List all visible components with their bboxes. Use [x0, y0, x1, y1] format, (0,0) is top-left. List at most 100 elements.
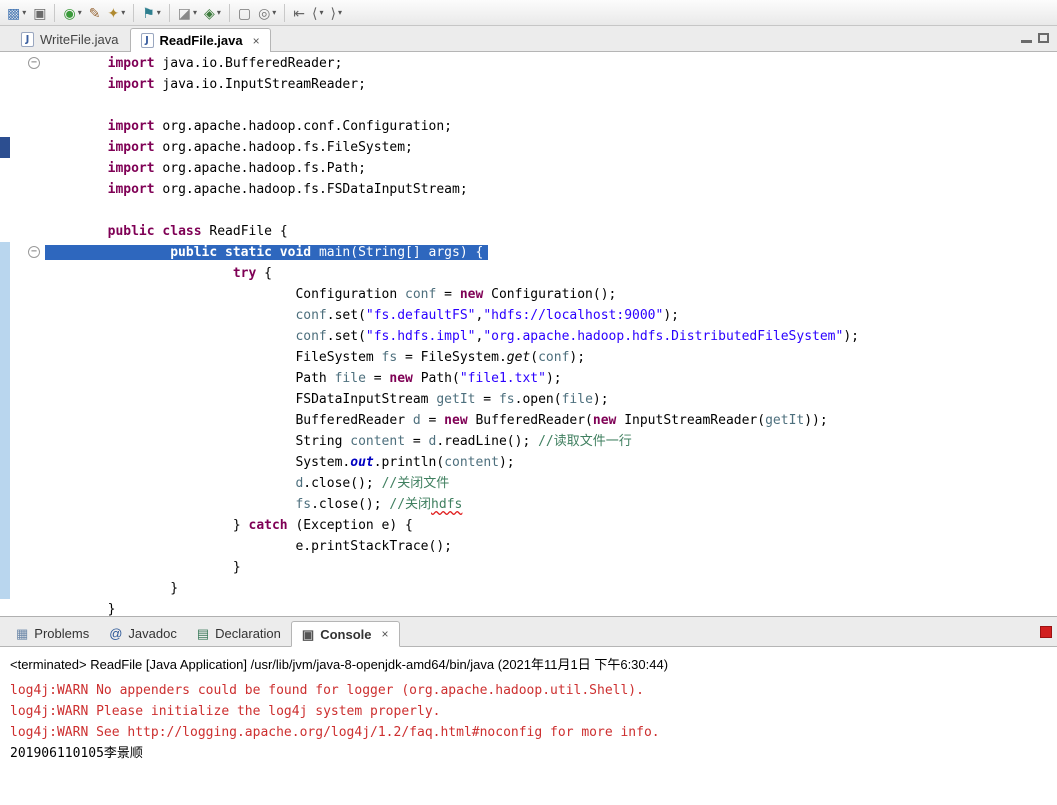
code-line-text[interactable]: public class ReadFile { — [45, 221, 1057, 242]
code-line[interactable]: } — [0, 578, 1057, 599]
dropdown-arrow-icon[interactable]: ▾ — [157, 8, 161, 17]
view-tab-javadoc[interactable]: @ Javadoc — [99, 620, 187, 646]
code-line[interactable] — [0, 200, 1057, 221]
code-line[interactable]: fs.close(); //关闭hdfs — [0, 494, 1057, 515]
external-tools-button[interactable]: ✦ ▾ — [104, 2, 128, 24]
code-line[interactable]: try { — [0, 263, 1057, 284]
format-paint-button[interactable]: ✎ — [86, 2, 104, 24]
code-line[interactable]: import org.apache.hadoop.fs.FSDataInputS… — [0, 179, 1057, 200]
code-line-text[interactable] — [45, 200, 1057, 221]
fold-ruler-cell — [12, 263, 45, 284]
code-line[interactable]: conf.set("fs.hdfs.impl","org.apache.hado… — [0, 326, 1057, 347]
collapse-icon[interactable]: − — [28, 57, 40, 69]
terminate-button[interactable] — [1040, 626, 1052, 638]
code-line-text[interactable]: String content = d.readLine(); //读取文件一行 — [45, 431, 1057, 452]
maximize-icon[interactable] — [1038, 33, 1049, 43]
code-line-text[interactable]: import org.apache.hadoop.conf.Configurat… — [45, 116, 1057, 137]
code-line[interactable]: conf.set("fs.defaultFS","hdfs://localhos… — [0, 305, 1057, 326]
editor-tab-readfile[interactable]: J ReadFile.java × — [129, 28, 271, 52]
collapse-icon[interactable]: − — [28, 246, 40, 258]
editor-tab-writefile[interactable]: J WriteFile.java — [10, 27, 130, 51]
code-line[interactable]: System.out.println(content); — [0, 452, 1057, 473]
code-line[interactable]: } catch (Exception e) { — [0, 515, 1057, 536]
code-line-text[interactable]: d.close(); //关闭文件 — [45, 473, 1057, 494]
code-line[interactable]: FileSystem fs = FileSystem.get(conf); — [0, 347, 1057, 368]
selected-text[interactable]: public static void main(String[] args) { — [45, 245, 489, 260]
forward-button[interactable]: ⟩ ▾ — [328, 2, 345, 24]
last-edit-location-button[interactable]: ⇤ — [290, 2, 308, 24]
view-tab-declaration[interactable]: ▤ Declaration — [187, 620, 291, 646]
code-line[interactable]: import org.apache.hadoop.conf.Configurat… — [0, 116, 1057, 137]
code-line-text[interactable]: import java.io.BufferedReader; — [45, 53, 1057, 74]
code-area[interactable]: − import java.io.BufferedReader; import … — [0, 52, 1057, 616]
coverage-button[interactable]: ◎ ▾ — [255, 2, 279, 24]
code-line-text[interactable]: public static void main(String[] args) { — [45, 242, 1057, 263]
code-line-text[interactable]: import java.io.InputStreamReader; — [45, 74, 1057, 95]
code-line-text[interactable]: import org.apache.hadoop.fs.FSDataInputS… — [45, 179, 1057, 200]
code-line[interactable]: public class ReadFile { — [0, 221, 1057, 242]
code-line[interactable]: } — [0, 557, 1057, 578]
save-button[interactable]: ▣ — [30, 2, 49, 24]
close-tab-icon[interactable]: × — [253, 34, 260, 48]
code-line[interactable]: Path file = new Path("file1.txt"); — [0, 368, 1057, 389]
view-tab-console[interactable]: ▣ Console × — [290, 621, 400, 647]
code-line-text[interactable]: System.out.println(content); — [45, 452, 1057, 473]
code-line[interactable]: String content = d.readLine(); //读取文件一行 — [0, 431, 1057, 452]
code-line-text[interactable]: conf.set("fs.defaultFS","hdfs://localhos… — [45, 305, 1057, 326]
bottom-tab-bar: ▦ Problems @ Javadoc ▤ Declaration ▣ Console × — [0, 617, 1057, 647]
annotation-ruler-cell — [0, 410, 10, 431]
dropdown-arrow-icon[interactable]: ▾ — [22, 8, 26, 17]
main-toolbar: ▩ ▾ ▣ ◉ ▾ ✎ ✦ ▾ ⚑ ▾ ◪ ▾ ◈ ▾ ▢ ◎ ▾ ⇤ ⟨ ▾ ⟩ ▾ — [0, 0, 1057, 26]
dropdown-arrow-icon[interactable]: ▾ — [338, 8, 342, 17]
code-line-text[interactable]: FileSystem fs = FileSystem.get(conf); — [45, 347, 1057, 368]
code-line-text[interactable]: } — [45, 599, 1057, 616]
new-class-button[interactable]: ◈ ▾ — [201, 2, 224, 24]
code-line-text[interactable]: Configuration conf = new Configuration()… — [45, 284, 1057, 305]
code-line[interactable]: Configuration conf = new Configuration()… — [0, 284, 1057, 305]
debug-flag-button[interactable]: ⚑ ▾ — [139, 2, 164, 24]
dropdown-arrow-icon[interactable]: ▾ — [193, 8, 197, 17]
code-line-text[interactable]: FSDataInputStream getIt = fs.open(file); — [45, 389, 1057, 410]
annotation-ruler-cell — [0, 515, 10, 536]
code-line[interactable]: import org.apache.hadoop.fs.Path; — [0, 158, 1057, 179]
code-line-text[interactable]: e.printStackTrace(); — [45, 536, 1057, 557]
code-line-text[interactable]: Path file = new Path("file1.txt"); — [45, 368, 1057, 389]
code-line[interactable]: FSDataInputStream getIt = fs.open(file); — [0, 389, 1057, 410]
code-line[interactable]: import java.io.InputStreamReader; — [0, 74, 1057, 95]
dropdown-arrow-icon[interactable]: ▾ — [217, 8, 221, 17]
close-view-icon[interactable]: × — [382, 627, 389, 641]
code-line-text[interactable]: fs.close(); //关闭hdfs — [45, 494, 1057, 515]
minimize-icon[interactable] — [1021, 40, 1032, 43]
code-line-text[interactable]: } catch (Exception e) { — [45, 515, 1057, 536]
code-line[interactable]: e.printStackTrace(); — [0, 536, 1057, 557]
code-line-text[interactable]: import org.apache.hadoop.fs.Path; — [45, 158, 1057, 179]
back-button[interactable]: ⟨ ▾ — [309, 2, 326, 24]
fold-ruler-cell — [12, 494, 45, 515]
run-history-button[interactable]: ◉ ▾ — [60, 2, 84, 24]
open-type-button[interactable]: ▢ — [235, 2, 254, 24]
dropdown-arrow-icon[interactable]: ▾ — [121, 8, 125, 17]
code-line-text[interactable]: BufferedReader d = new BufferedReader(ne… — [45, 410, 1057, 431]
new-wizard-button[interactable]: ▩ ▾ — [4, 2, 29, 24]
view-tab-label: Declaration — [215, 625, 281, 641]
code-line[interactable]: import org.apache.hadoop.fs.FileSystem; — [0, 137, 1057, 158]
code-line[interactable] — [0, 95, 1057, 116]
console-output[interactable]: log4j:WARN No appenders could be found f… — [10, 680, 1047, 764]
new-java-project-button[interactable]: ◪ ▾ — [175, 2, 200, 24]
code-line[interactable]: − import java.io.BufferedReader; — [0, 53, 1057, 74]
code-line-text[interactable]: try { — [45, 263, 1057, 284]
view-tab-problems[interactable]: ▦ Problems — [6, 620, 99, 646]
dropdown-arrow-icon[interactable]: ▾ — [78, 8, 82, 17]
code-line-text[interactable]: import org.apache.hadoop.fs.FileSystem; — [45, 137, 1057, 158]
code-line-text[interactable]: } — [45, 578, 1057, 599]
dropdown-arrow-icon[interactable]: ▾ — [272, 8, 276, 17]
code-line[interactable]: BufferedReader d = new BufferedReader(ne… — [0, 410, 1057, 431]
fold-ruler-cell — [12, 410, 45, 431]
code-line-text[interactable]: conf.set("fs.hdfs.impl","org.apache.hado… — [45, 326, 1057, 347]
code-line[interactable]: − public static void main(String[] args)… — [0, 242, 1057, 263]
code-line-text[interactable]: } — [45, 557, 1057, 578]
dropdown-arrow-icon[interactable]: ▾ — [320, 8, 324, 17]
code-line[interactable]: } — [0, 599, 1057, 616]
code-line-text[interactable] — [45, 95, 1057, 116]
code-line[interactable]: d.close(); //关闭文件 — [0, 473, 1057, 494]
